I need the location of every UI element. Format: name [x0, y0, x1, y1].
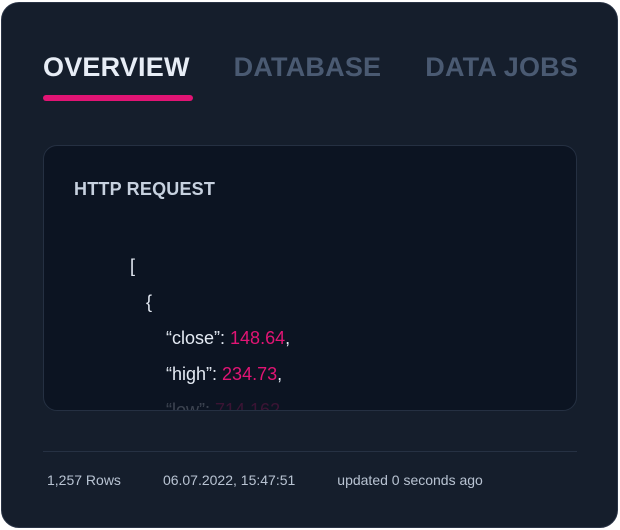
updated-status: updated 0 seconds ago [337, 472, 483, 488]
code-line-open-bracket: [ [74, 212, 556, 276]
overview-card: OVERVIEW DATABASE DATA JOBS HTTP REQUEST… [1, 2, 618, 528]
tab-data-jobs[interactable]: DATA JOBS [425, 51, 578, 83]
low-suffix: , [280, 400, 286, 411]
close-suffix: , [285, 328, 291, 348]
low-value: 714.162 [215, 400, 281, 411]
open-bracket: [ [130, 256, 136, 276]
tab-overview[interactable]: OVERVIEW [43, 51, 193, 101]
code-line-low: “low”: 714.162, [74, 356, 556, 410]
open-brace: { [146, 292, 153, 312]
json-code-block: [ { “close”: 148.64, “high”: 234.73, “lo… [74, 212, 556, 410]
tab-overview-label: OVERVIEW [43, 52, 190, 82]
row-count: 1,257 Rows [47, 472, 121, 488]
panel-title: HTTP REQUEST [74, 179, 216, 199]
timestamp: 06.07.2022, 15:47:51 [162, 472, 296, 488]
tab-data-jobs-label: DATA JOBS [425, 52, 579, 82]
close-value: 148.64 [230, 328, 286, 348]
footer-divider [43, 451, 577, 452]
tab-database[interactable]: DATABASE [234, 51, 382, 83]
low-key: “low”: [166, 400, 216, 411]
http-request-panel: HTTP REQUEST [ { “close”: 148.64, “high”… [43, 145, 577, 411]
footer-status: 1,257 Rows 06.07.2022, 15:47:51 updated … [47, 470, 593, 490]
active-tab-indicator [43, 95, 193, 101]
close-key: “close”: [166, 328, 231, 348]
tab-database-label: DATABASE [233, 52, 382, 82]
tab-bar: OVERVIEW DATABASE DATA JOBS [43, 51, 582, 103]
code-line-open-brace: { [74, 248, 556, 312]
